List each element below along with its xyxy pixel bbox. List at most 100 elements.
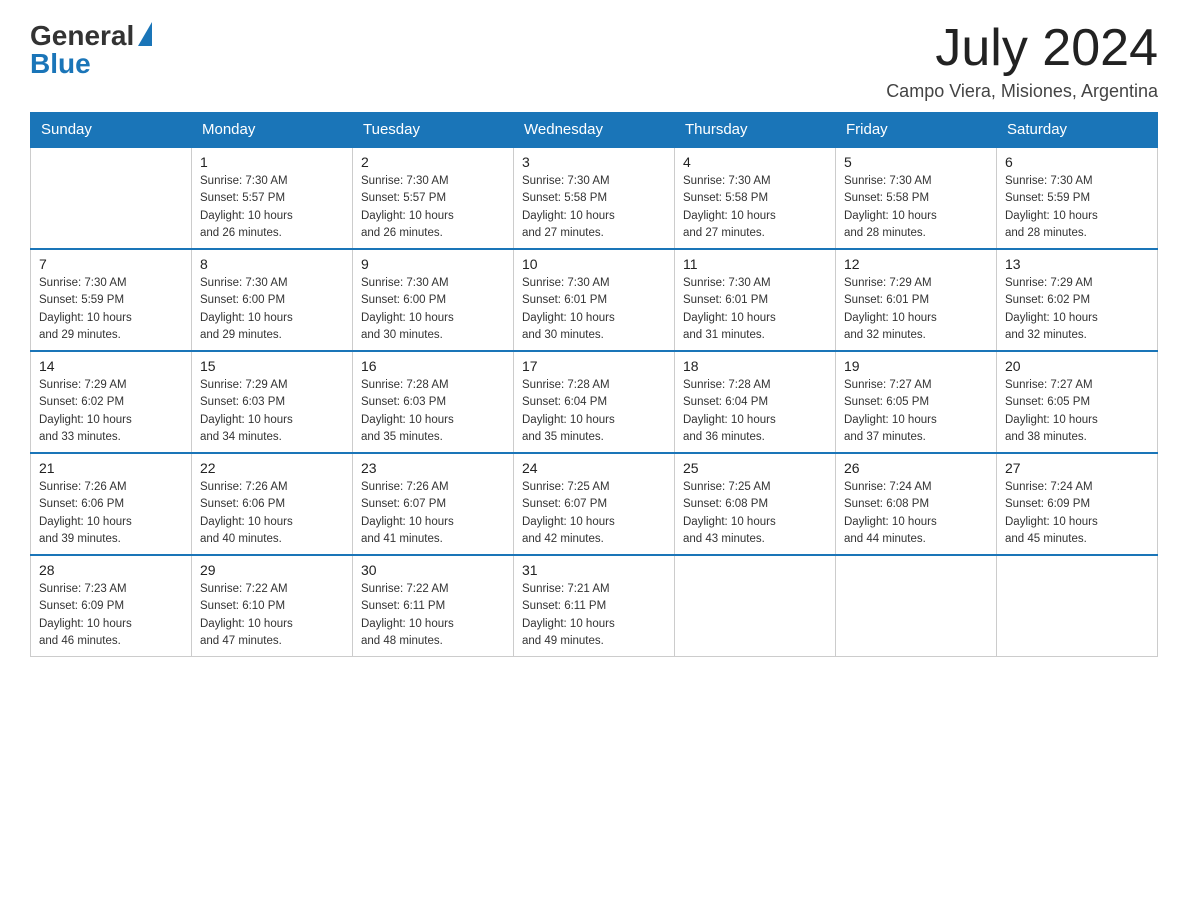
day-number: 23 bbox=[361, 460, 505, 476]
day-info: Sunrise: 7:28 AMSunset: 6:03 PMDaylight:… bbox=[361, 377, 505, 446]
calendar-cell: 20 Sunrise: 7:27 AMSunset: 6:05 PMDayligh… bbox=[997, 351, 1158, 453]
day-info: Sunrise: 7:30 AMSunset: 5:58 PMDaylight:… bbox=[844, 173, 988, 242]
calendar-cell: 29Sunrise: 7:22 AMSunset: 6:10 PMDayligh… bbox=[192, 555, 353, 657]
day-number: 12 bbox=[844, 256, 988, 272]
day-number: 22 bbox=[200, 460, 344, 476]
month-year-title: July 2024 bbox=[886, 20, 1158, 77]
calendar-cell: 30 Sunrise: 7:22 AMSunset: 6:11 PMDayligh… bbox=[353, 555, 514, 657]
calendar-cell bbox=[836, 555, 997, 657]
day-info: Sunrise: 7:30 AMSunset: 6:00 PMDaylight:… bbox=[200, 275, 344, 344]
calendar-cell: 11Sunrise: 7:30 AMSunset: 6:01 PMDayligh… bbox=[675, 249, 836, 351]
day-info: Sunrise: 7:23 AMSunset: 6:09 PMDaylight:… bbox=[39, 581, 183, 650]
day-number: 8 bbox=[200, 256, 344, 272]
calendar-cell: 22 Sunrise: 7:26 AMSunset: 6:06 PMDayligh… bbox=[192, 453, 353, 555]
day-number: 2 bbox=[361, 154, 505, 170]
calendar-cell: 15Sunrise: 7:29 AMSunset: 6:03 PMDayligh… bbox=[192, 351, 353, 453]
day-info: Sunrise: 7:28 AMSunset: 6:04 PMDaylight:… bbox=[522, 377, 666, 446]
calendar-cell: 21Sunrise: 7:26 AMSunset: 6:06 PMDayligh… bbox=[31, 453, 192, 555]
calendar-week-row: 14 Sunrise: 7:29 AMSunset: 6:02 PMDayligh… bbox=[31, 351, 1158, 453]
calendar-cell bbox=[31, 147, 192, 249]
day-number: 18 bbox=[683, 358, 827, 374]
day-number: 13 bbox=[1005, 256, 1149, 272]
day-info: Sunrise: 7:24 AMSunset: 6:09 PMDaylight:… bbox=[1005, 479, 1149, 548]
calendar-cell: 24 Sunrise: 7:25 AMSunset: 6:07 PMDayligh… bbox=[514, 453, 675, 555]
title-section: July 2024 Campo Viera, Misiones, Argenti… bbox=[886, 20, 1158, 102]
page-header: General Blue July 2024 Campo Viera, Misi… bbox=[30, 20, 1158, 102]
day-number: 14 bbox=[39, 358, 183, 374]
day-number: 4 bbox=[683, 154, 827, 170]
day-info: Sunrise: 7:25 AMSunset: 6:07 PMDaylight:… bbox=[522, 479, 666, 548]
day-number: 24 bbox=[522, 460, 666, 476]
calendar-cell: 5Sunrise: 7:30 AMSunset: 5:58 PMDaylight… bbox=[836, 147, 997, 249]
logo: General Blue bbox=[30, 20, 152, 80]
day-number: 20 bbox=[1005, 358, 1149, 374]
day-info: Sunrise: 7:29 AMSunset: 6:02 PMDaylight:… bbox=[1005, 275, 1149, 344]
calendar-cell: 1 Sunrise: 7:30 AMSunset: 5:57 PMDaylight… bbox=[192, 147, 353, 249]
day-info: Sunrise: 7:29 AMSunset: 6:02 PMDaylight:… bbox=[39, 377, 183, 446]
day-number: 17 bbox=[522, 358, 666, 374]
day-number: 1 bbox=[200, 154, 344, 170]
day-info: Sunrise: 7:30 AMSunset: 6:00 PMDaylight:… bbox=[361, 275, 505, 344]
calendar-cell: 31Sunrise: 7:21 AMSunset: 6:11 PMDayligh… bbox=[514, 555, 675, 657]
calendar-week-row: 1 Sunrise: 7:30 AMSunset: 5:57 PMDaylight… bbox=[31, 147, 1158, 249]
day-info: Sunrise: 7:30 AMSunset: 5:57 PMDaylight:… bbox=[200, 173, 344, 242]
calendar-cell: 6 Sunrise: 7:30 AMSunset: 5:59 PMDaylight… bbox=[997, 147, 1158, 249]
calendar-table: SundayMondayTuesdayWednesdayThursdayFrid… bbox=[30, 112, 1158, 657]
calendar-cell: 23Sunrise: 7:26 AMSunset: 6:07 PMDayligh… bbox=[353, 453, 514, 555]
calendar-cell: 2 Sunrise: 7:30 AMSunset: 5:57 PMDaylight… bbox=[353, 147, 514, 249]
day-info: Sunrise: 7:26 AMSunset: 6:06 PMDaylight:… bbox=[200, 479, 344, 548]
day-number: 28 bbox=[39, 562, 183, 578]
calendar-cell: 9 Sunrise: 7:30 AMSunset: 6:00 PMDaylight… bbox=[353, 249, 514, 351]
day-info: Sunrise: 7:21 AMSunset: 6:11 PMDaylight:… bbox=[522, 581, 666, 650]
day-number: 27 bbox=[1005, 460, 1149, 476]
calendar-cell: 13 Sunrise: 7:29 AMSunset: 6:02 PMDayligh… bbox=[997, 249, 1158, 351]
calendar-week-row: 28 Sunrise: 7:23 AMSunset: 6:09 PMDayligh… bbox=[31, 555, 1158, 657]
day-number: 30 bbox=[361, 562, 505, 578]
calendar-week-row: 7 Sunrise: 7:30 AMSunset: 5:59 PMDaylight… bbox=[31, 249, 1158, 351]
day-number: 6 bbox=[1005, 154, 1149, 170]
calendar-header-wednesday: Wednesday bbox=[514, 113, 675, 148]
day-info: Sunrise: 7:27 AMSunset: 6:05 PMDaylight:… bbox=[1005, 377, 1149, 446]
day-info: Sunrise: 7:30 AMSunset: 6:01 PMDaylight:… bbox=[522, 275, 666, 344]
calendar-cell: 7 Sunrise: 7:30 AMSunset: 5:59 PMDaylight… bbox=[31, 249, 192, 351]
day-info: Sunrise: 7:25 AMSunset: 6:08 PMDaylight:… bbox=[683, 479, 827, 548]
calendar-cell: 25 Sunrise: 7:25 AMSunset: 6:08 PMDayligh… bbox=[675, 453, 836, 555]
calendar-header-sunday: Sunday bbox=[31, 113, 192, 148]
day-info: Sunrise: 7:26 AMSunset: 6:06 PMDaylight:… bbox=[39, 479, 183, 548]
day-info: Sunrise: 7:29 AMSunset: 6:01 PMDaylight:… bbox=[844, 275, 988, 344]
calendar-cell: 10 Sunrise: 7:30 AMSunset: 6:01 PMDayligh… bbox=[514, 249, 675, 351]
day-number: 9 bbox=[361, 256, 505, 272]
day-info: Sunrise: 7:28 AMSunset: 6:04 PMDaylight:… bbox=[683, 377, 827, 446]
calendar-cell: 3 Sunrise: 7:30 AMSunset: 5:58 PMDaylight… bbox=[514, 147, 675, 249]
calendar-cell: 17 Sunrise: 7:28 AMSunset: 6:04 PMDayligh… bbox=[514, 351, 675, 453]
day-info: Sunrise: 7:27 AMSunset: 6:05 PMDaylight:… bbox=[844, 377, 988, 446]
day-number: 10 bbox=[522, 256, 666, 272]
day-info: Sunrise: 7:30 AMSunset: 6:01 PMDaylight:… bbox=[683, 275, 827, 344]
calendar-cell: 28 Sunrise: 7:23 AMSunset: 6:09 PMDayligh… bbox=[31, 555, 192, 657]
day-info: Sunrise: 7:30 AMSunset: 5:57 PMDaylight:… bbox=[361, 173, 505, 242]
calendar-cell bbox=[997, 555, 1158, 657]
calendar-cell: 14 Sunrise: 7:29 AMSunset: 6:02 PMDayligh… bbox=[31, 351, 192, 453]
calendar-cell: 18 Sunrise: 7:28 AMSunset: 6:04 PMDayligh… bbox=[675, 351, 836, 453]
day-number: 7 bbox=[39, 256, 183, 272]
calendar-header-thursday: Thursday bbox=[675, 113, 836, 148]
calendar-header-row: SundayMondayTuesdayWednesdayThursdayFrid… bbox=[31, 113, 1158, 148]
day-number: 15 bbox=[200, 358, 344, 374]
calendar-header-tuesday: Tuesday bbox=[353, 113, 514, 148]
calendar-cell: 19 Sunrise: 7:27 AMSunset: 6:05 PMDayligh… bbox=[836, 351, 997, 453]
day-info: Sunrise: 7:30 AMSunset: 5:58 PMDaylight:… bbox=[522, 173, 666, 242]
day-number: 29 bbox=[200, 562, 344, 578]
calendar-week-row: 21Sunrise: 7:26 AMSunset: 6:06 PMDayligh… bbox=[31, 453, 1158, 555]
calendar-header-friday: Friday bbox=[836, 113, 997, 148]
day-number: 3 bbox=[522, 154, 666, 170]
day-info: Sunrise: 7:30 AMSunset: 5:59 PMDaylight:… bbox=[1005, 173, 1149, 242]
calendar-cell: 4Sunrise: 7:30 AMSunset: 5:58 PMDaylight… bbox=[675, 147, 836, 249]
day-info: Sunrise: 7:24 AMSunset: 6:08 PMDaylight:… bbox=[844, 479, 988, 548]
day-number: 25 bbox=[683, 460, 827, 476]
logo-triangle-icon bbox=[138, 22, 152, 46]
day-number: 19 bbox=[844, 358, 988, 374]
calendar-cell: 12 Sunrise: 7:29 AMSunset: 6:01 PMDayligh… bbox=[836, 249, 997, 351]
day-info: Sunrise: 7:22 AMSunset: 6:11 PMDaylight:… bbox=[361, 581, 505, 650]
day-info: Sunrise: 7:30 AMSunset: 5:59 PMDaylight:… bbox=[39, 275, 183, 344]
day-number: 26 bbox=[844, 460, 988, 476]
